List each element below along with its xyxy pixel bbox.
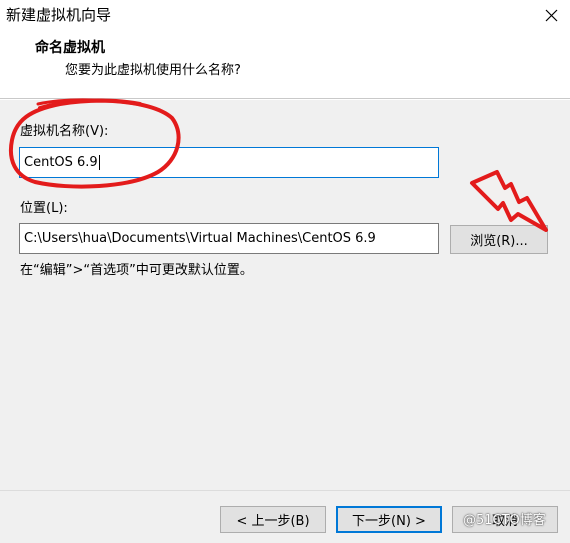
page-subtitle: 您要为此虚拟机使用什么名称?	[65, 63, 241, 78]
location-value: C:\Users\hua\Documents\Virtual Machines\…	[24, 231, 376, 246]
vm-name-label: 虚拟机名称(V):	[20, 124, 109, 139]
location-hint: 在“编辑”>“首选项”中可更改默认位置。	[20, 263, 253, 278]
wizard-header: 命名虚拟机 您要为此虚拟机使用什么名称?	[0, 31, 570, 98]
vm-name-value: CentOS 6.9	[24, 155, 98, 170]
footer-divider	[0, 490, 570, 491]
back-button[interactable]: < 上一步(B)	[220, 506, 326, 533]
title-bar: 新建虚拟机向导	[0, 0, 570, 31]
location-input[interactable]: C:\Users\hua\Documents\Virtual Machines\…	[19, 223, 439, 254]
window-title: 新建虚拟机向导	[6, 6, 112, 24]
text-caret	[98, 155, 100, 170]
close-icon	[545, 9, 558, 22]
next-button[interactable]: 下一步(N) >	[336, 506, 442, 533]
close-button[interactable]	[534, 0, 570, 31]
location-label: 位置(L):	[20, 201, 68, 216]
page-title: 命名虚拟机	[35, 40, 105, 56]
watermark: @51CTO博客	[463, 513, 546, 528]
header-divider-highlight	[0, 99, 570, 100]
vm-name-input[interactable]: CentOS 6.9	[19, 147, 439, 178]
browse-button[interactable]: 浏览(R)...	[450, 225, 548, 254]
